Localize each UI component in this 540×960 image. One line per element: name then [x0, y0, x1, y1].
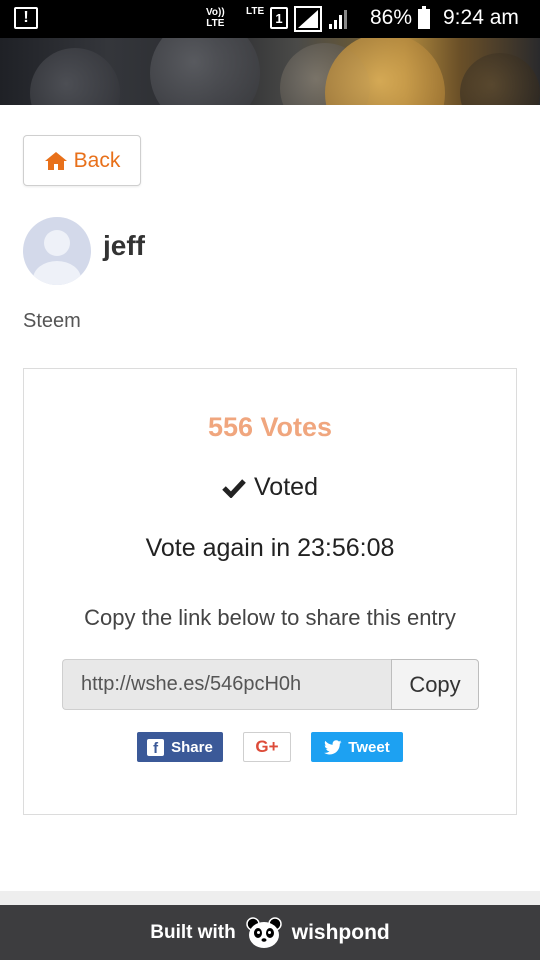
volte-indicator: Vo)) LTE [206, 7, 225, 29]
footer-divider [0, 891, 540, 905]
username: jeff [103, 230, 145, 261]
back-button[interactable]: Back [23, 135, 141, 186]
social-share-row: f Share G+ Tweet [24, 732, 516, 762]
battery-icon [418, 6, 430, 29]
back-button-label: Back [73, 148, 121, 172]
built-with-label: Built with [150, 921, 236, 943]
checkmark-icon [222, 478, 246, 498]
footer[interactable]: Built with wishpond [0, 905, 540, 960]
brand-name: wishpond [291, 920, 390, 944]
alert-icon: ! [14, 7, 38, 29]
vote-card: 556 Votes Voted Vote again in 23:56:08 C… [23, 368, 517, 815]
panda-logo-icon [245, 916, 282, 948]
vote-again-timer: Vote again in 23:56:08 [145, 534, 395, 562]
google-plus-button[interactable]: G+ [243, 732, 291, 762]
signal-bars-icon [329, 10, 347, 29]
facebook-icon: f [147, 738, 165, 756]
facebook-share-label: Share [171, 738, 213, 756]
sim-slot-icon: 1 [270, 7, 288, 29]
avatar [23, 217, 91, 285]
twitter-bird-icon [324, 739, 342, 754]
copy-button[interactable]: Copy [391, 659, 479, 710]
twitter-tweet-button[interactable]: Tweet [311, 732, 403, 762]
platform-label: Steem [23, 310, 81, 332]
coin-decoration [150, 38, 260, 105]
signal-icon [294, 6, 322, 32]
share-link-input[interactable] [62, 659, 391, 710]
voted-status: Voted [24, 473, 516, 502]
battery-percent: 86% [370, 6, 413, 29]
share-hint: Copy the link below to share this entry [84, 605, 456, 630]
votes-count: 556 Votes [207, 412, 333, 442]
clock: 9:24 am [443, 6, 519, 29]
facebook-share-button[interactable]: f Share [137, 732, 223, 762]
user-placeholder-icon [33, 230, 81, 285]
status-bar: ! Vo)) LTE LTE 1 86% 9:24 am [0, 0, 540, 38]
coin-decoration [460, 53, 540, 105]
lte-indicator: LTE [246, 6, 265, 17]
google-plus-icon: G+ [255, 737, 279, 756]
twitter-tweet-label: Tweet [348, 738, 390, 756]
home-icon [44, 151, 67, 170]
coin-decoration [30, 48, 120, 105]
header-banner [0, 38, 540, 105]
voted-label: Voted [254, 473, 318, 501]
share-link-group: Copy [62, 659, 479, 710]
